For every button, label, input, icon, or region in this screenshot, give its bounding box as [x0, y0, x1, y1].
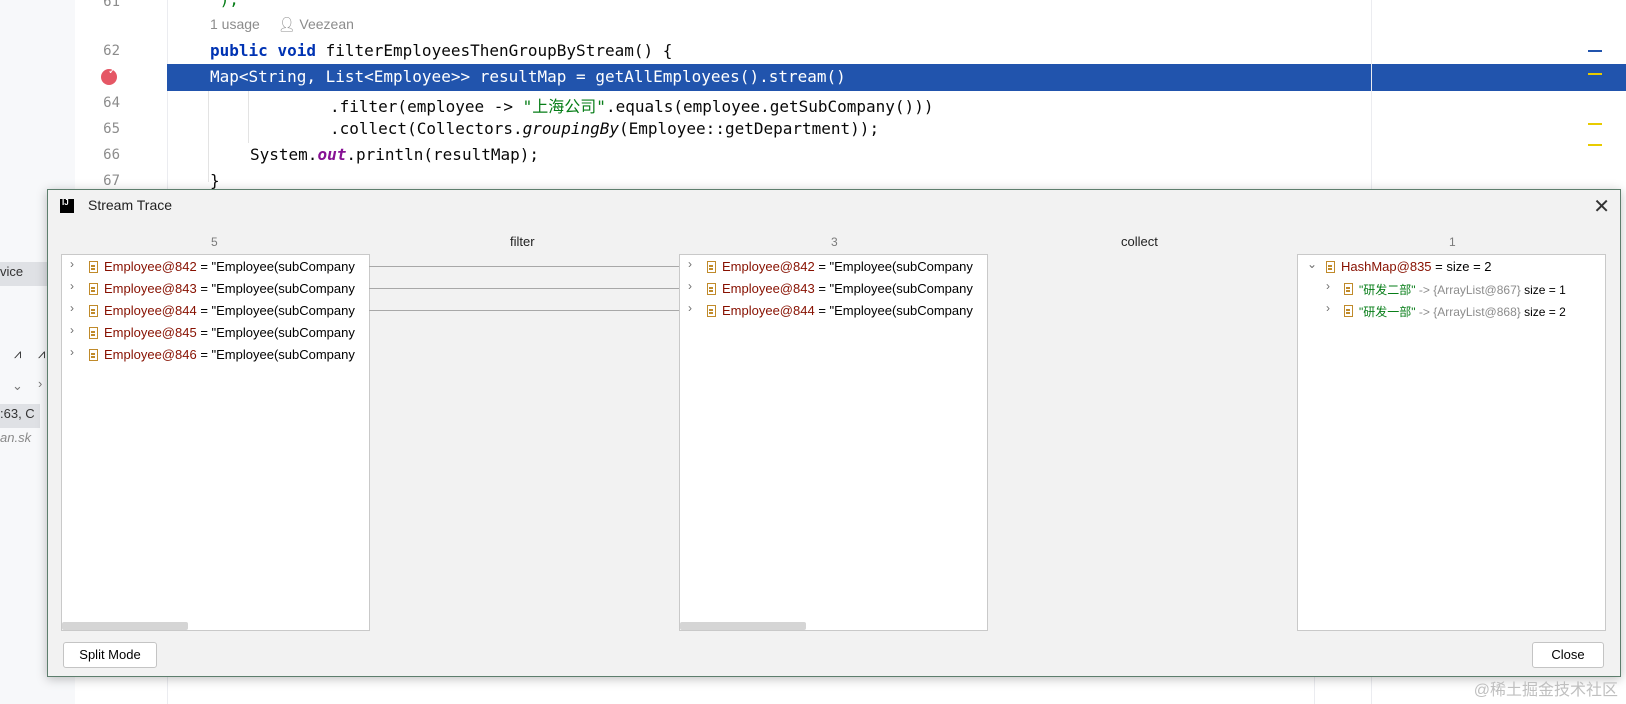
field-icon	[89, 283, 98, 295]
field-icon	[89, 327, 98, 339]
list-item[interactable]: › Employee@843 = "Employee(subCompany	[62, 279, 362, 299]
close-button[interactable]: Close	[1532, 642, 1604, 668]
operation-label-collect: collect	[1121, 234, 1158, 249]
column-count: 1	[1449, 235, 1456, 249]
field-icon	[707, 305, 716, 317]
field-icon	[707, 283, 716, 295]
chevron-down-icon[interactable]: ⌄	[12, 378, 23, 394]
indent-guide	[248, 91, 249, 143]
usage-count[interactable]: 1 usage	[210, 16, 260, 32]
current-execution-line[interactable]: Map<String, List<Employee>> resultMap = …	[167, 64, 1626, 91]
code-line-65: .collect(Collectors.groupingBy(Employee:…	[330, 119, 880, 138]
line-number: 67	[103, 173, 120, 189]
horizontal-scrollbar[interactable]	[62, 622, 188, 630]
field-icon	[89, 305, 98, 317]
usage-hint[interactable]: 1 usage 👤︎ Veezean	[210, 16, 354, 33]
chevron-right-icon[interactable]: ›	[1322, 301, 1334, 315]
collect-result-panel[interactable]: ⌄ HashMap@835 = size = 2 › "研发二部" -> {Ar…	[1297, 254, 1606, 631]
field-icon	[1344, 283, 1353, 295]
author-hint[interactable]: 👤︎ Veezean	[278, 16, 354, 32]
dialog-title: Stream Trace	[88, 197, 173, 213]
scroll-marker[interactable]	[1588, 123, 1602, 125]
chevron-right-icon[interactable]: ›	[66, 279, 78, 293]
operation-label-filter: filter	[510, 234, 535, 249]
line-number: 64	[103, 95, 120, 111]
code-line-61: ");	[210, 0, 239, 9]
scroll-marker[interactable]	[1588, 73, 1602, 75]
scroll-marker[interactable]	[1588, 50, 1602, 52]
list-item[interactable]: › Employee@844 = "Employee(subCompany	[62, 301, 362, 321]
list-item[interactable]: › Employee@844 = "Employee(subCompany	[680, 301, 980, 321]
frame-item-fragment-2: an.sk	[0, 430, 32, 445]
mapping-line	[369, 266, 681, 267]
close-icon[interactable]: ✕	[1593, 194, 1610, 219]
tree-child[interactable]: › "研发一部" -> {ArrayList@868} size = 2	[1298, 301, 1603, 321]
column-count: 5	[211, 235, 218, 249]
list-item[interactable]: › Employee@842 = "Employee(subCompany	[62, 257, 362, 277]
horizontal-scrollbar[interactable]	[680, 622, 806, 630]
code-line-64: .filter(employee -> "上海公司".equals(employ…	[330, 97, 934, 116]
chevron-right-icon[interactable]: ›	[684, 257, 696, 271]
mapping-line	[369, 310, 681, 311]
chevron-right-icon[interactable]: ›	[66, 345, 78, 359]
line-number: 62	[103, 43, 120, 59]
chart-icon-2[interactable]: ⩘	[38, 346, 45, 362]
chevron-down-icon[interactable]: ⌄	[1306, 257, 1318, 271]
author-name: Veezean	[299, 16, 354, 32]
scroll-marker[interactable]	[1588, 144, 1602, 146]
filter-result-panel[interactable]: › Employee@842 = "Employee(subCompany › …	[679, 254, 988, 631]
code-line-62: public void filterEmployeesThenGroupBySt…	[210, 41, 673, 60]
field-icon	[1344, 305, 1353, 317]
list-item[interactable]: › Employee@846 = "Employee(subCompany	[62, 345, 362, 365]
list-item[interactable]: › Employee@842 = "Employee(subCompany	[680, 257, 980, 277]
intellij-logo-icon: IJ _	[60, 199, 74, 215]
chevron-right-icon[interactable]: ›	[1322, 279, 1334, 293]
chevron-right-icon[interactable]: ›	[684, 301, 696, 315]
breakpoint-icon[interactable]: ✓	[101, 66, 117, 85]
person-icon: 👤︎	[277, 16, 296, 32]
line-number: 61	[103, 0, 120, 10]
divider	[1314, 675, 1315, 704]
indent-guide	[208, 91, 209, 182]
field-icon	[89, 349, 98, 361]
column-count: 3	[831, 235, 838, 249]
watermark: @稀土掘金技术社区	[1473, 682, 1618, 699]
line-number: 66	[103, 147, 120, 163]
field-icon	[89, 261, 98, 273]
field-icon	[1326, 261, 1335, 273]
code-line-66: System.out.println(resultMap);	[250, 145, 539, 164]
dialog-header[interactable]: IJ _ Stream Trace ✕	[48, 190, 1620, 220]
stream-trace-dialog[interactable]: IJ _ Stream Trace ✕ 5 filter 3 collect 1 …	[47, 189, 1621, 677]
code-line-63: Map<String, List<Employee>> resultMap = …	[210, 67, 846, 86]
mapping-line	[369, 288, 681, 289]
chevron-right-icon[interactable]: ›	[66, 301, 78, 315]
split-mode-button[interactable]: Split Mode	[63, 642, 157, 668]
tree-root[interactable]: ⌄ HashMap@835 = size = 2	[1298, 257, 1603, 277]
chevron-right-icon[interactable]: ›	[66, 257, 78, 271]
chevron-right-icon[interactable]: ›	[684, 279, 696, 293]
code-line-67: }	[210, 171, 220, 190]
tree-child[interactable]: › "研发二部" -> {ArrayList@867} size = 1	[1298, 279, 1603, 299]
list-item[interactable]: › Employee@845 = "Employee(subCompany	[62, 323, 362, 343]
field-icon	[707, 261, 716, 273]
line-number: 65	[103, 121, 120, 137]
chevron-right-icon[interactable]: ›	[66, 323, 78, 337]
chevron-right-icon[interactable]: ›	[38, 376, 42, 391]
list-item[interactable]: › Employee@843 = "Employee(subCompany	[680, 279, 980, 299]
chart-icon[interactable]: ⩘	[14, 346, 21, 362]
frame-item-fragment[interactable]: :63, C	[0, 404, 40, 428]
source-values-panel[interactable]: › Employee@842 = "Employee(subCompany › …	[61, 254, 370, 631]
